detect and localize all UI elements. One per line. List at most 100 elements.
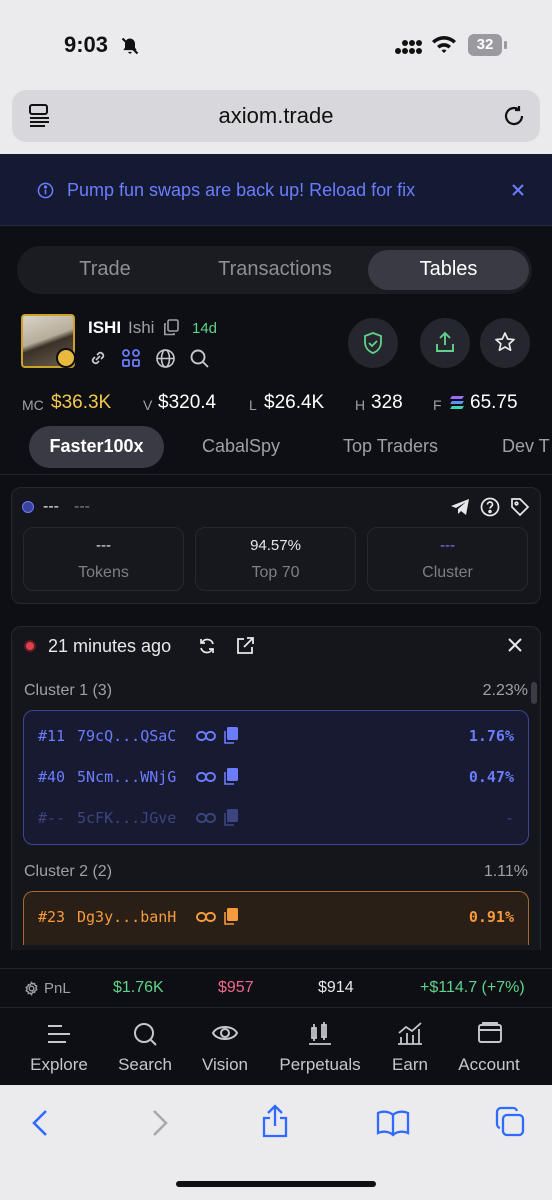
share-icon[interactable] (261, 1104, 289, 1138)
stat-f-label: F (433, 397, 442, 413)
nav-account[interactable]: Account (449, 1055, 529, 1075)
globe-icon[interactable] (155, 348, 176, 369)
holder-pct: 0.47% (468, 768, 514, 786)
stat-v-label: V (143, 397, 153, 413)
link-icon[interactable] (196, 729, 216, 743)
close-banner-icon[interactable] (510, 182, 526, 198)
tag-icon[interactable] (510, 497, 530, 517)
pnl-label: PnL (44, 980, 71, 997)
stat-h-label: H (355, 397, 366, 413)
stat-v-value: $320.4 (158, 392, 217, 413)
holder-rank: #40 (38, 768, 66, 786)
tab-trade[interactable]: Trade (30, 258, 180, 281)
share-button[interactable] (420, 318, 470, 368)
external-link-icon[interactable] (236, 636, 255, 655)
stat-h-value: 328 (371, 392, 403, 413)
holder-pct: 0.91% (468, 908, 514, 926)
stat-box-tokens-label: Tokens (78, 564, 129, 581)
share-icon (435, 331, 455, 353)
copy-icon[interactable] (163, 319, 179, 336)
panel1-subtitle: --- (74, 498, 90, 515)
holder-pct: - (504, 809, 514, 827)
token-avatar-badge (56, 348, 76, 368)
copy-icon[interactable] (224, 727, 238, 744)
holder-rank: #-- (38, 809, 66, 827)
reload-icon[interactable] (502, 104, 526, 128)
home-indicator (176, 1181, 376, 1187)
close-panel-icon[interactable] (507, 637, 523, 653)
battery-level: 32 (476, 36, 494, 53)
panel1-title: --- (43, 498, 59, 515)
info-icon (37, 182, 54, 199)
wifi-icon (431, 34, 457, 54)
wallet-icon[interactable] (477, 1021, 503, 1045)
grid-icon[interactable] (121, 348, 142, 368)
holder-address[interactable]: 5cFK...JGve (77, 809, 176, 827)
link-icon[interactable] (88, 348, 108, 368)
stat-f-value: 65.75 (470, 392, 518, 413)
forward-icon[interactable] (151, 1109, 169, 1137)
stat-box-cluster-label: Cluster (422, 564, 473, 581)
pnl-value-b: $957 (218, 979, 254, 996)
link-icon[interactable] (196, 910, 216, 924)
back-icon[interactable] (31, 1109, 49, 1137)
settings-icon[interactable] (24, 981, 39, 996)
token-symbol: ISHI (88, 318, 122, 337)
nav-earn[interactable]: Earn (370, 1055, 450, 1075)
favorite-button[interactable] (480, 318, 530, 368)
telegram-icon[interactable] (450, 498, 470, 516)
cluster2-pct: 1.11% (483, 863, 528, 880)
live-dot (24, 640, 36, 652)
copy-icon[interactable] (224, 768, 238, 785)
stat-l-label: L (249, 397, 257, 413)
copy-icon[interactable] (224, 908, 238, 925)
link-icon[interactable] (196, 770, 216, 784)
nav-search[interactable]: Search (105, 1055, 185, 1075)
bookmarks-icon[interactable] (376, 1109, 410, 1137)
holder-address[interactable]: 79cQ...QSaC (77, 727, 176, 745)
help-icon[interactable] (480, 497, 500, 517)
refresh-icon[interactable] (198, 637, 216, 655)
stat-box-tokens-value: --- (96, 537, 111, 554)
battery-cap (504, 41, 507, 49)
cluster1-pct: 2.23% (482, 682, 528, 699)
search-icon[interactable] (189, 348, 210, 369)
explore-icon[interactable] (46, 1022, 72, 1046)
stat-l-value: $26.4K (264, 392, 325, 413)
subtab-faster100x-label[interactable]: Faster100x (29, 436, 164, 457)
chart-growth-icon[interactable] (396, 1020, 424, 1046)
tabs-icon[interactable] (494, 1106, 526, 1138)
status-dot (22, 501, 34, 513)
tab-tables-label[interactable]: Tables (368, 258, 529, 281)
nav-explore[interactable]: Explore (19, 1055, 99, 1075)
bell-muted-icon (119, 36, 141, 56)
nav-vision[interactable]: Vision (185, 1055, 265, 1075)
url-text[interactable]: axiom.trade (140, 103, 412, 129)
holder-address[interactable]: 5Ncm...WNjG (77, 768, 176, 786)
token-name: Ishi (128, 318, 155, 337)
subtab-dev[interactable]: Dev T (502, 436, 550, 457)
solana-icon (449, 395, 465, 410)
reader-icon[interactable] (27, 102, 53, 128)
banner-text: Pump fun swaps are back up! Reload for f… (67, 180, 416, 200)
stat-box-top70-value: 94.57% (250, 537, 301, 554)
copy-icon[interactable] (224, 809, 238, 826)
subtab-top-traders[interactable]: Top Traders (343, 436, 438, 457)
scrollbar-thumb[interactable] (531, 682, 537, 704)
candlestick-icon[interactable] (307, 1020, 333, 1046)
search-icon[interactable] (132, 1021, 158, 1047)
stat-mc-value: $36.3K (51, 392, 112, 413)
cluster2-title: Cluster 2 (2) (24, 863, 113, 880)
token-age: 14d (192, 320, 218, 337)
pnl-value-d: +$114.7 (+7%) (420, 979, 525, 996)
eye-icon[interactable] (211, 1022, 239, 1044)
link-icon[interactable] (196, 811, 216, 825)
cluster1-title: Cluster 1 (3) (24, 682, 113, 699)
tab-transactions[interactable]: Transactions (190, 258, 360, 281)
subtab-cabalspy[interactable]: CabalSpy (202, 436, 280, 457)
security-button[interactable] (348, 318, 398, 368)
nav-perpetuals[interactable]: Perpetuals (270, 1055, 370, 1075)
stat-mc-label: MC (22, 397, 44, 413)
holder-address[interactable]: Dg3y...banH (77, 908, 176, 926)
panel2-time: 21 minutes ago (48, 636, 172, 656)
